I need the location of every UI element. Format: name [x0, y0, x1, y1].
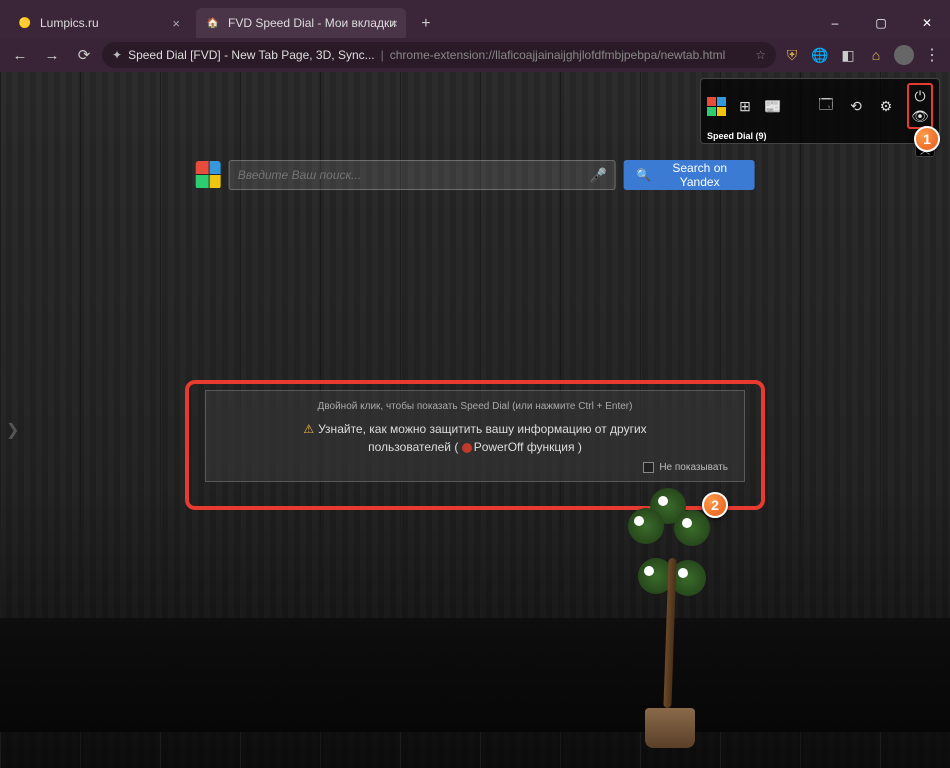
back-button[interactable]: ← [6, 41, 34, 69]
address-bar: ← → ⟳ ✦ Speed Dial [FVD] - New Tab Page,… [0, 38, 950, 72]
profile-avatar[interactable] [892, 43, 916, 67]
speeddial-toolbar: ⊞ 📰 🗔 ⟲ ⚙ ⏻ 👁 Speed Dial (9) ︿ [700, 78, 940, 144]
close-tab-icon[interactable]: × [390, 16, 398, 31]
speeddial-count-label: Speed Dial (9) [707, 131, 933, 141]
search-yandex-label: Search on Yandex [657, 161, 742, 189]
globe-extension-icon[interactable]: 🌐 [808, 43, 832, 67]
power-icon[interactable]: ⏻ [911, 87, 929, 105]
eye-icon[interactable]: 👁 [911, 107, 929, 125]
hint-text: Двойной клик, чтобы показать Speed Dial … [222, 401, 728, 412]
tab-favicon-icon: 🟡 [18, 16, 32, 30]
house-extension-icon[interactable]: ⌂ [864, 43, 888, 67]
browser-tab-active[interactable]: 🏠 FVD Speed Dial - Мои вкладки × [196, 8, 406, 38]
annotation-callout-1: 1 [914, 126, 940, 152]
warning-triangle-icon: ⚠ [303, 422, 314, 436]
checkbox-icon[interactable] [643, 462, 654, 473]
new-tab-button[interactable]: + [412, 10, 440, 38]
tab-favicon-icon: 🏠 [206, 16, 220, 30]
tab-title: Lumpics.ru [40, 16, 99, 30]
search-area: 🎤 🔍 Search on Yandex [196, 160, 755, 190]
search-input[interactable] [238, 168, 584, 182]
poweroff-info-panel[interactable]: Двойной клик, чтобы показать Speed Dial … [205, 390, 745, 482]
page-title: Speed Dial [FVD] - New Tab Page, 3D, Syn… [128, 48, 375, 62]
browser-tab[interactable]: 🟡 Lumpics.ru × [8, 8, 188, 38]
dont-show-checkbox-row[interactable]: Не показывать [222, 462, 728, 473]
search-box[interactable]: 🎤 [229, 160, 616, 190]
mic-icon[interactable]: 🎤 [590, 167, 607, 184]
gear-icon[interactable]: ⚙ [877, 97, 895, 115]
widgets-icon[interactable]: 🗔 [817, 97, 835, 115]
sync-icon[interactable]: ⟲ [847, 97, 865, 115]
close-tab-icon[interactable]: × [172, 16, 180, 31]
plus-icon[interactable]: ⊞ [736, 97, 754, 115]
expand-sidebar-caret-icon[interactable]: ❯ [6, 420, 19, 440]
search-icon: 🔍 [636, 168, 651, 182]
bookmark-star-icon[interactable]: ☆ [755, 48, 766, 62]
browser-menu-button[interactable]: ⋮ [920, 43, 944, 67]
window-controls: – ▢ ✕ [812, 8, 950, 38]
search-yandex-button[interactable]: 🔍 Search on Yandex [624, 160, 754, 190]
minimize-button[interactable]: – [812, 8, 858, 38]
dont-show-label: Не показывать [659, 462, 728, 473]
url-text: chrome-extension://llaficoajjainaijghjlo… [390, 48, 726, 62]
power-dot-icon [462, 443, 472, 453]
shield-extension-icon[interactable]: ⛨ [780, 43, 804, 67]
decorative-plant [610, 488, 730, 748]
speeddial-logo-icon [196, 161, 221, 189]
page-viewport: ⊞ 📰 🗔 ⟲ ⚙ ⏻ 👁 Speed Dial (9) ︿ 1 🎤 🔍 [0, 72, 950, 768]
close-window-button[interactable]: ✕ [904, 8, 950, 38]
cube-extension-icon[interactable]: ◧ [836, 43, 860, 67]
extension-icon: ✦ [112, 48, 122, 62]
tab-title: FVD Speed Dial - Мои вкладки [228, 16, 396, 30]
omnibox[interactable]: ✦ Speed Dial [FVD] - New Tab Page, 3D, S… [102, 42, 776, 68]
maximize-button[interactable]: ▢ [858, 8, 904, 38]
forward-button[interactable]: → [38, 41, 66, 69]
reload-button[interactable]: ⟳ [70, 41, 98, 69]
speeddial-logo-icon[interactable] [707, 97, 726, 116]
info-message: ⚠Узнайте, как можно защитить вашу информ… [222, 420, 728, 456]
power-eye-group: ⏻ 👁 [907, 83, 933, 129]
background-floor [0, 618, 950, 732]
separator-icon: | [381, 48, 384, 62]
newspaper-icon[interactable]: 📰 [764, 97, 782, 115]
window-titlebar: 🟡 Lumpics.ru × 🏠 FVD Speed Dial - Мои вк… [0, 0, 950, 38]
